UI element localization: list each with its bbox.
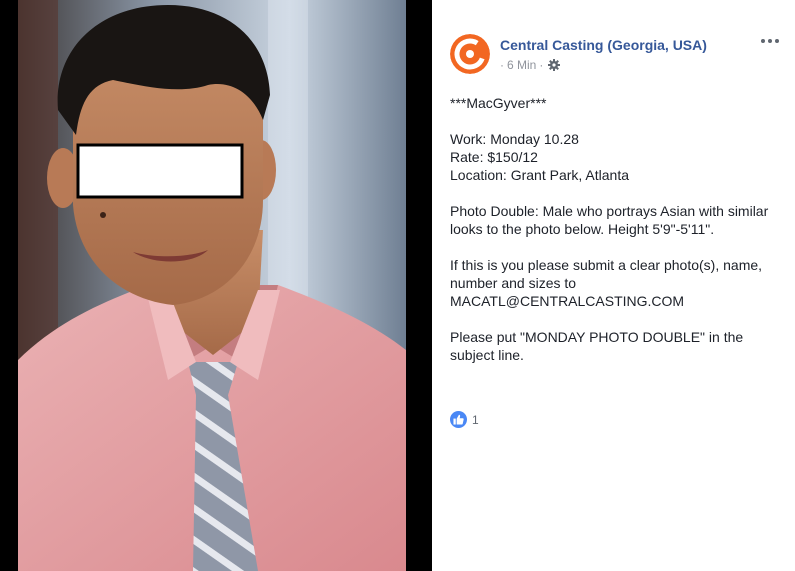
email-address: MACATL@CENTRALCASTING.COM bbox=[450, 293, 685, 309]
rate-line: Rate: $150/12 bbox=[450, 149, 538, 165]
description-line: looks to the photo below. Height 5'9"-5'… bbox=[450, 221, 715, 237]
photo-viewer bbox=[0, 0, 432, 571]
post-meta: · 6 Min · bbox=[500, 58, 561, 72]
post-title-line: ***MacGyver*** bbox=[450, 95, 547, 111]
post-panel: Central Casting (Georgia, USA) · 6 Min ·… bbox=[432, 0, 795, 571]
subject-instructions-line: subject line. bbox=[450, 347, 524, 363]
description-line: Photo Double: Male who portrays Asian wi… bbox=[450, 203, 769, 219]
location-line: Location: Grant Park, Atlanta bbox=[450, 167, 629, 183]
submit-instructions-line: number and sizes to bbox=[450, 275, 577, 291]
reaction-count[interactable]: 1 bbox=[472, 413, 479, 427]
more-options-icon[interactable] bbox=[759, 34, 781, 48]
submit-instructions-line: If this is you please submit a clear pho… bbox=[450, 257, 763, 273]
meta-separator: · bbox=[500, 58, 504, 72]
page-name-link[interactable]: Central Casting (Georgia, USA) bbox=[500, 37, 707, 53]
gear-icon[interactable] bbox=[548, 59, 561, 71]
post-timestamp[interactable]: 6 Min bbox=[507, 58, 536, 72]
subject-instructions-line: Please put "MONDAY PHOTO DOUBLE" in the bbox=[450, 329, 744, 345]
meta-separator: · bbox=[539, 58, 544, 72]
post-body: ***MacGyver*** Work: Monday 10.28 Rate: … bbox=[450, 94, 785, 382]
work-line: Work: Monday 10.28 bbox=[450, 131, 579, 147]
reactions-bar[interactable]: 1 bbox=[450, 411, 479, 428]
central-casting-logo[interactable] bbox=[450, 34, 490, 74]
like-icon bbox=[450, 411, 467, 428]
post-photo[interactable] bbox=[18, 0, 406, 571]
